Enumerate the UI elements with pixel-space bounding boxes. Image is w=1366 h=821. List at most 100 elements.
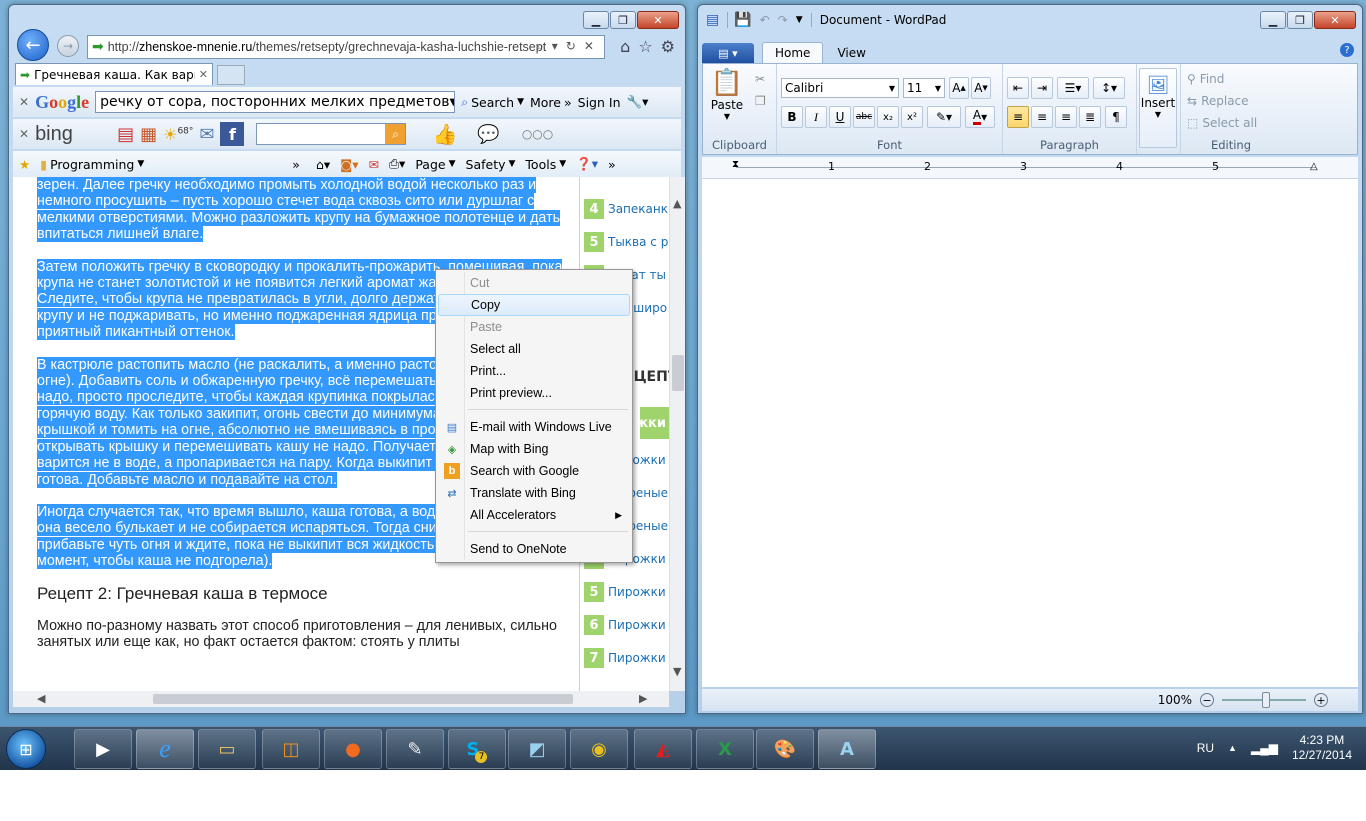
language-indicator[interactable]: RU xyxy=(1197,741,1214,755)
bullets-icon[interactable]: ☰▾ xyxy=(1057,77,1089,99)
calendar-icon[interactable]: ▦ xyxy=(140,124,157,145)
grow-font-icon[interactable]: A ▲ xyxy=(949,77,969,99)
favorites-folder[interactable]: ▮ Programming ▼ xyxy=(40,157,144,172)
tools-menu[interactable]: Tools ▼ xyxy=(525,157,566,172)
bold-icon[interactable]: B xyxy=(781,106,803,128)
menu-item-send-onenote[interactable]: Send to OneNote xyxy=(438,538,630,560)
address-input[interactable]: ➡ http://zhenskoe-mnenie.ru/themes/retse… xyxy=(87,35,605,59)
forward-button[interactable]: → xyxy=(57,35,79,57)
printer-icon[interactable]: ⎙▾ xyxy=(389,156,405,172)
align-left-icon[interactable]: ≡ xyxy=(1007,106,1029,128)
app2-taskbar-icon[interactable]: ◩ xyxy=(508,729,566,769)
tray-expand-icon[interactable]: ▲ xyxy=(1228,743,1237,753)
home-icon[interactable]: ⌂▾ xyxy=(316,157,330,172)
tab-home[interactable]: Home xyxy=(762,42,824,63)
help-icon[interactable]: ❓▾ xyxy=(576,156,598,172)
menu-item-cut[interactable]: Cut xyxy=(438,272,630,294)
menu-item-search-google[interactable]: b Search with Google xyxy=(438,460,630,482)
paste-button[interactable]: 📋 Paste ▼ xyxy=(709,68,745,128)
menu-item-paste[interactable]: Paste xyxy=(438,316,630,338)
minimize-button[interactable]: ▁ xyxy=(1260,11,1286,29)
more-button[interactable]: More» xyxy=(530,95,572,110)
clock[interactable]: 4:23 PM 12/27/2014 xyxy=(1292,733,1352,763)
toolbar-close-icon[interactable]: ✕ xyxy=(19,127,29,141)
paragraph-dialog-icon[interactable]: ¶ xyxy=(1105,106,1127,128)
zoom-slider-knob[interactable] xyxy=(1262,692,1270,708)
right-indent-marker-icon[interactable]: △ xyxy=(1310,161,1318,172)
highlight-color-icon[interactable]: ✎▾ xyxy=(927,106,961,128)
media-player-taskbar-icon[interactable]: ▶ xyxy=(74,729,132,769)
menu-item-map-bing[interactable]: ◈ Map with Bing xyxy=(438,438,630,460)
align-right-icon[interactable]: ≡ xyxy=(1055,106,1077,128)
superscript-icon[interactable]: x² xyxy=(901,106,923,128)
close-button[interactable]: ✕ xyxy=(1314,11,1356,29)
overflow-chevron[interactable]: » xyxy=(292,157,300,172)
menu-item-print-preview[interactable]: Print preview... xyxy=(438,382,630,404)
underline-icon[interactable]: U xyxy=(829,106,851,128)
overflow-chevron-right[interactable]: » xyxy=(608,157,616,172)
mail-icon[interactable]: ✉ xyxy=(199,124,214,145)
menu-item-print[interactable]: Print... xyxy=(438,360,630,382)
menu-item-copy[interactable]: Copy xyxy=(438,294,630,316)
scroll-up-icon[interactable]: ▲ xyxy=(673,197,681,210)
subscript-icon[interactable]: x₂ xyxy=(877,106,899,128)
file-menu-button[interactable]: ▤ ▾ xyxy=(702,43,754,63)
facebook-icon[interactable]: f xyxy=(220,122,245,146)
weather-icon[interactable]: ☀68° xyxy=(163,125,193,144)
redo-icon[interactable]: ↷ xyxy=(778,13,788,27)
increase-indent-icon[interactable]: ⇥ xyxy=(1031,77,1053,99)
close-button[interactable]: ✕ xyxy=(637,11,679,29)
help-icon[interactable]: ? xyxy=(1340,43,1354,57)
sidebar-item[interactable]: 6 Пирожки xyxy=(584,613,669,637)
cut-icon[interactable]: ✂ xyxy=(755,72,765,86)
zoom-in-icon[interactable]: + xyxy=(1314,693,1328,707)
sidebar-item[interactable]: 7 Пирожки xyxy=(584,646,669,670)
strikethrough-icon[interactable]: abc xyxy=(853,106,875,128)
minimize-button[interactable]: ▁ xyxy=(583,11,609,29)
chat-icon[interactable]: 💬 xyxy=(477,124,499,145)
replace-button[interactable]: ⇆ Replace xyxy=(1187,94,1249,108)
start-button[interactable]: ⊞ xyxy=(6,729,46,769)
decrease-indent-icon[interactable]: ⇤ xyxy=(1007,77,1029,99)
scroll-right-icon[interactable]: ▶ xyxy=(639,692,647,705)
gear-icon[interactable]: ⚙ xyxy=(661,37,675,56)
scroll-left-icon[interactable]: ◀ xyxy=(37,692,45,705)
sidebar-category-tab[interactable]: жки xyxy=(635,407,669,439)
maximize-button[interactable]: ❐ xyxy=(1287,11,1313,29)
close-icon[interactable]: ✕ xyxy=(584,39,594,54)
excel-taskbar-icon[interactable]: X xyxy=(696,729,754,769)
rss-icon[interactable]: ◙▾ xyxy=(340,157,358,172)
sidebar-item[interactable]: 5 Тыква с р xyxy=(584,230,669,254)
search-icon[interactable]: ⌕ xyxy=(537,39,544,54)
maximize-button[interactable]: ❐ xyxy=(610,11,636,29)
find-button[interactable]: ⚲ Find xyxy=(1187,72,1224,86)
sign-in-button[interactable]: Sign In xyxy=(578,95,621,110)
more-dots-icon[interactable]: ○○○ xyxy=(522,127,553,141)
notepad-taskbar-icon[interactable]: ✎ xyxy=(386,729,444,769)
align-center-icon[interactable]: ≡ xyxy=(1031,106,1053,128)
insert-button[interactable]: 🖼 Insert ▼ xyxy=(1139,68,1177,148)
favorites-star-icon[interactable]: ★ xyxy=(19,157,30,172)
bing-search-input[interactable]: ⌕ xyxy=(256,123,407,145)
tab-view[interactable]: View xyxy=(825,43,877,63)
vertical-scroll-thumb[interactable] xyxy=(672,355,684,391)
internet-explorer-taskbar-icon[interactable]: e xyxy=(136,729,194,769)
qat-dropdown-icon[interactable]: ▼ xyxy=(796,15,803,25)
google-search-button[interactable]: ⌕ Search ▼ xyxy=(461,94,524,110)
font-color-icon[interactable]: A ▾ xyxy=(965,106,995,128)
wordpad-taskbar-icon[interactable]: A xyxy=(818,729,876,769)
copy-icon[interactable]: ❐ xyxy=(755,94,766,108)
zoom-out-icon[interactable]: − xyxy=(1200,693,1214,707)
font-name-select[interactable]: Calibri ▼ xyxy=(781,78,899,98)
bing-search-icon[interactable]: ⌕ xyxy=(385,124,406,144)
like-icon[interactable]: 👍 xyxy=(432,122,457,146)
indent-marker-icon[interactable]: ⧗ xyxy=(732,159,739,170)
chevron-down-icon[interactable]: ▼ xyxy=(449,97,454,108)
shrink-font-icon[interactable]: A ▼ xyxy=(971,77,991,99)
back-button[interactable]: ← xyxy=(17,29,49,61)
tab-close-icon[interactable]: ✕ xyxy=(199,68,208,81)
horizontal-scroll-thumb[interactable] xyxy=(153,694,573,704)
wrench-icon[interactable]: 🔧▾ xyxy=(627,94,649,110)
tab-current[interactable]: ➡ Гречневая каша. Как вари... ✕ xyxy=(15,63,213,85)
menu-item-email-windows-live[interactable]: ▤ E-mail with Windows Live xyxy=(438,416,630,438)
